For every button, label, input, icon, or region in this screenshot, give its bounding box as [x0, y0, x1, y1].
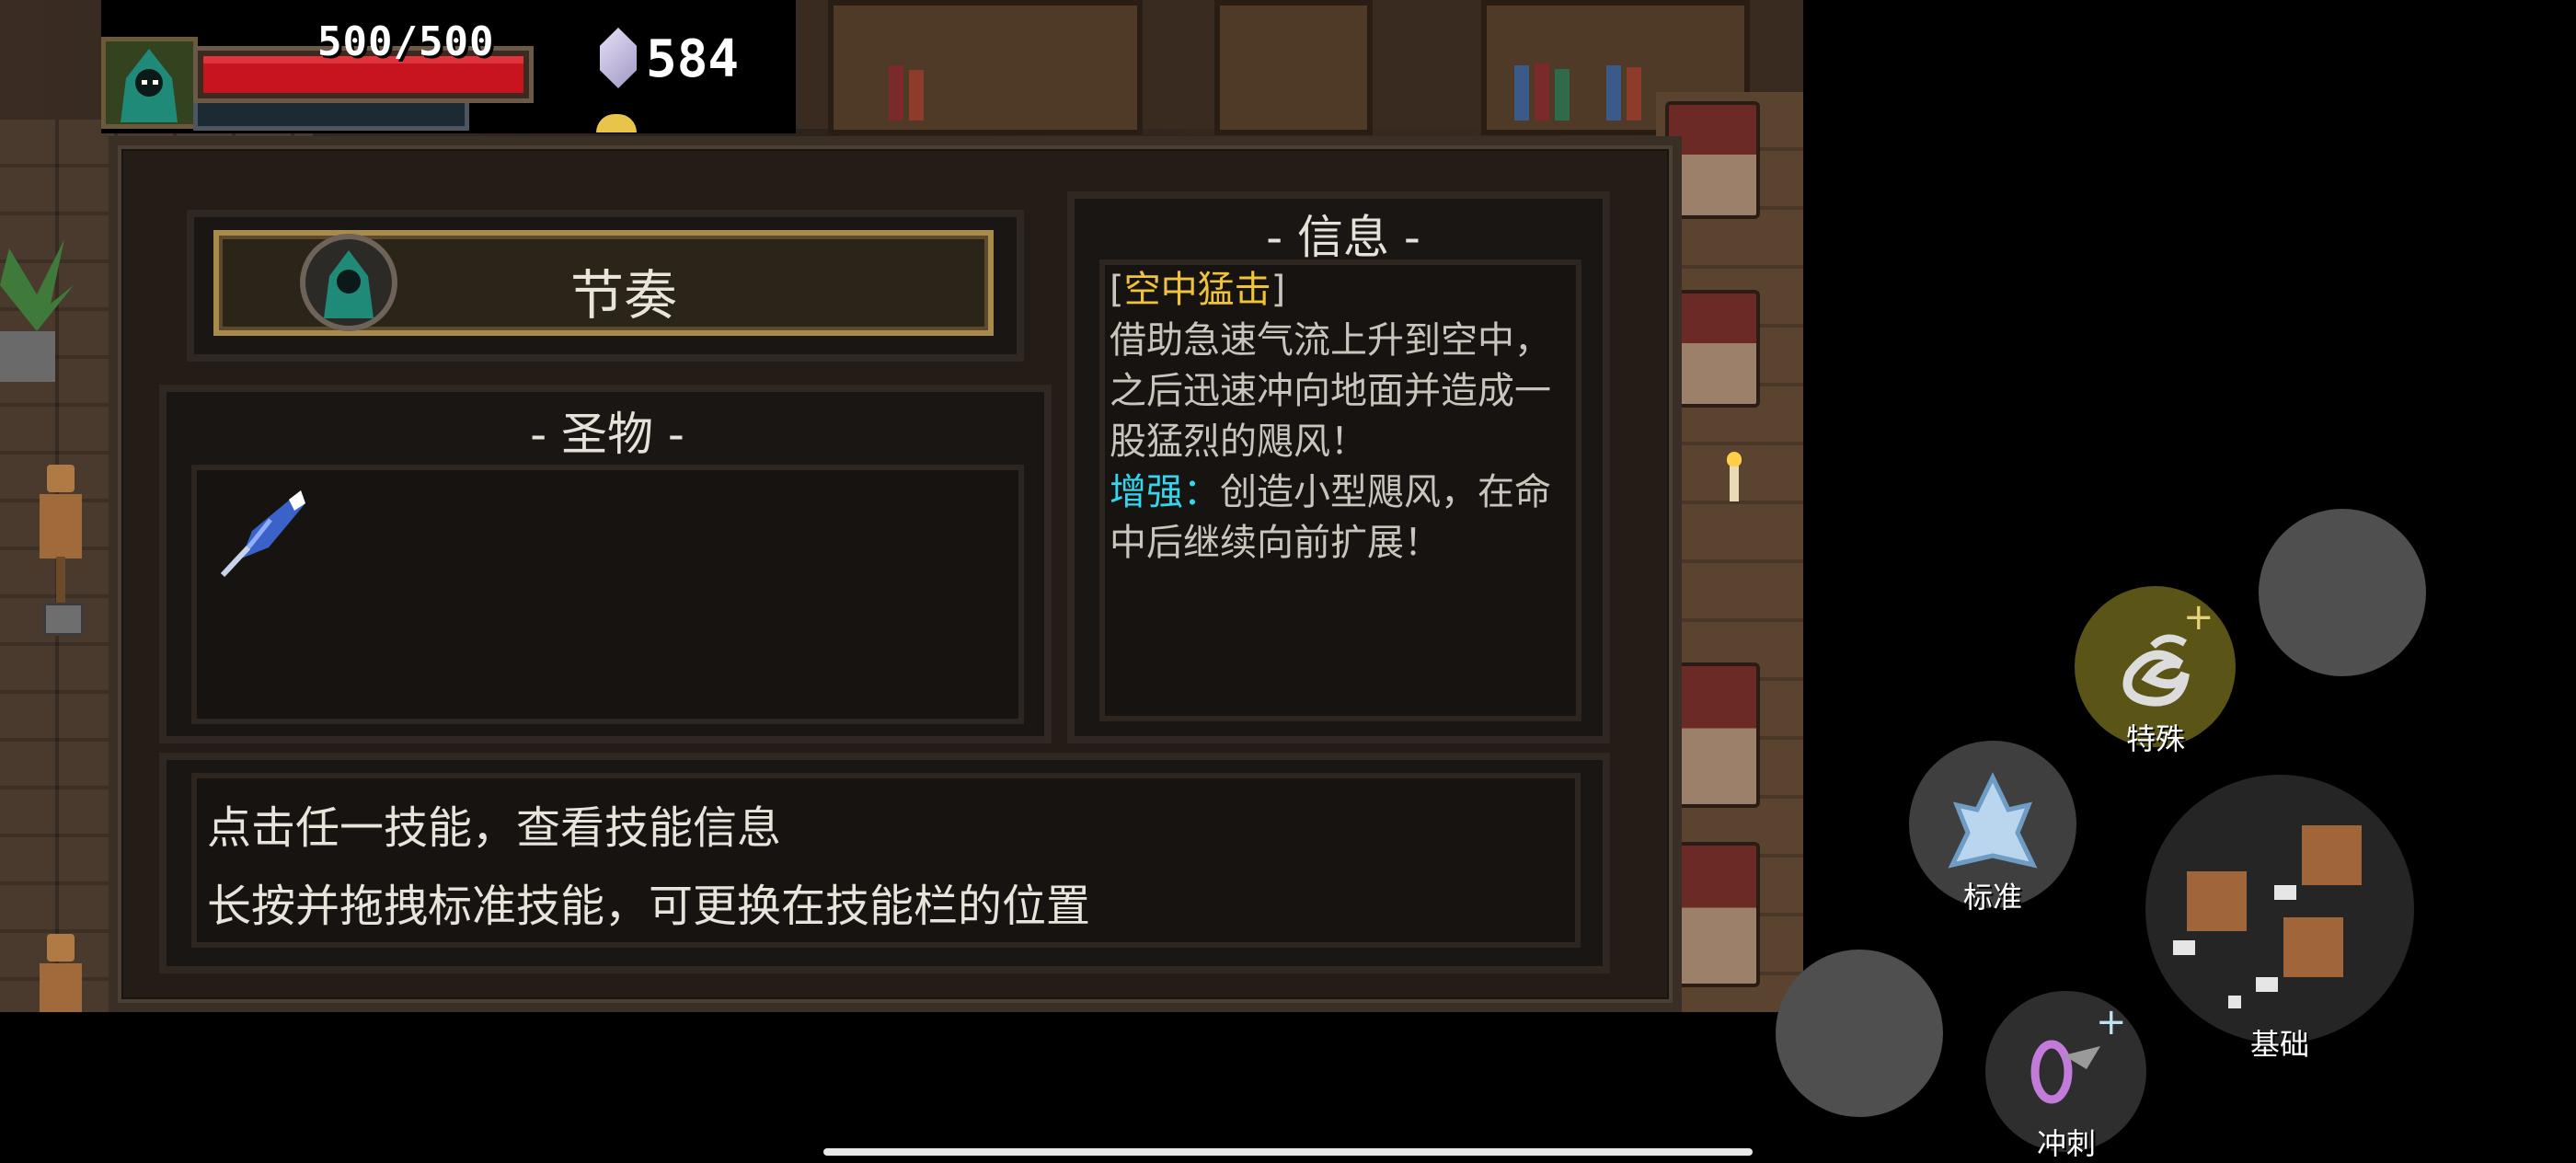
special-label: 特殊 — [2125, 721, 2185, 756]
hint-line-2: 长按并拖拽标准技能，可更换在技能栏的位置 — [207, 881, 1091, 932]
upgrade-plus-icon: + — [2183, 596, 2214, 639]
blue-feather-icon — [220, 490, 305, 578]
fist-icon — [2173, 825, 2362, 1008]
upgrade-plus-icon: + — [2096, 1001, 2127, 1043]
mana-bar — [193, 103, 469, 131]
relic-list — [191, 465, 1024, 724]
empty-skill-slot[interactable] — [1776, 950, 1943, 1117]
skill-info: [空中猛击] 借助急速气流上升到空中，之后迅速冲向地面并造成一股猛烈的飓风！ 增… — [1110, 265, 1570, 569]
character-avatar — [300, 234, 397, 331]
basic-skill-button[interactable] — [2145, 775, 2414, 1043]
info-title: - 信息 - — [1266, 211, 1420, 264]
standard-label: 标准 — [1962, 880, 2022, 915]
health-text: 500/500 — [317, 18, 495, 65]
skill-heading: [空中猛击] — [1110, 265, 1570, 316]
mannequin — [32, 934, 87, 1012]
home-indicator[interactable] — [823, 1148, 1753, 1156]
character-button[interactable]: 节奏 — [213, 230, 994, 336]
skill-boost: 增强：创造小型飓风，在命中后继续向前扩展！ — [1110, 467, 1570, 569]
hooded-wizard-icon — [324, 250, 374, 318]
dash-label: 冲刺 — [2036, 1126, 2096, 1161]
player-portrait — [101, 37, 198, 129]
hint-line-1: 点击任一技能，查看技能信息 — [207, 802, 782, 854]
painting-frame — [1214, 0, 1373, 135]
empty-skill-slot[interactable] — [2259, 509, 2426, 676]
basic-label: 基础 — [2249, 1027, 2309, 1062]
hooded-wizard-icon — [121, 49, 178, 122]
candle — [1727, 452, 1742, 501]
relic-slot[interactable] — [213, 483, 315, 584]
boost-label: 增强： — [1110, 471, 1220, 513]
skill-description: 借助急速气流上升到空中，之后迅速冲向地面并造成一股猛烈的飓风！ — [1110, 319, 1551, 463]
potted-plant — [0, 239, 74, 382]
mannequin — [32, 465, 87, 639]
character-name: 节奏 — [569, 264, 677, 327]
relic-title: - 圣物 - — [530, 408, 684, 461]
gem-count: 584 — [646, 29, 740, 89]
skill-name: 空中猛击 — [1123, 269, 1271, 311]
bookshelf — [828, 0, 1143, 135]
bracket-close: ] — [1271, 269, 1286, 311]
bracket-open: [ — [1110, 269, 1124, 311]
